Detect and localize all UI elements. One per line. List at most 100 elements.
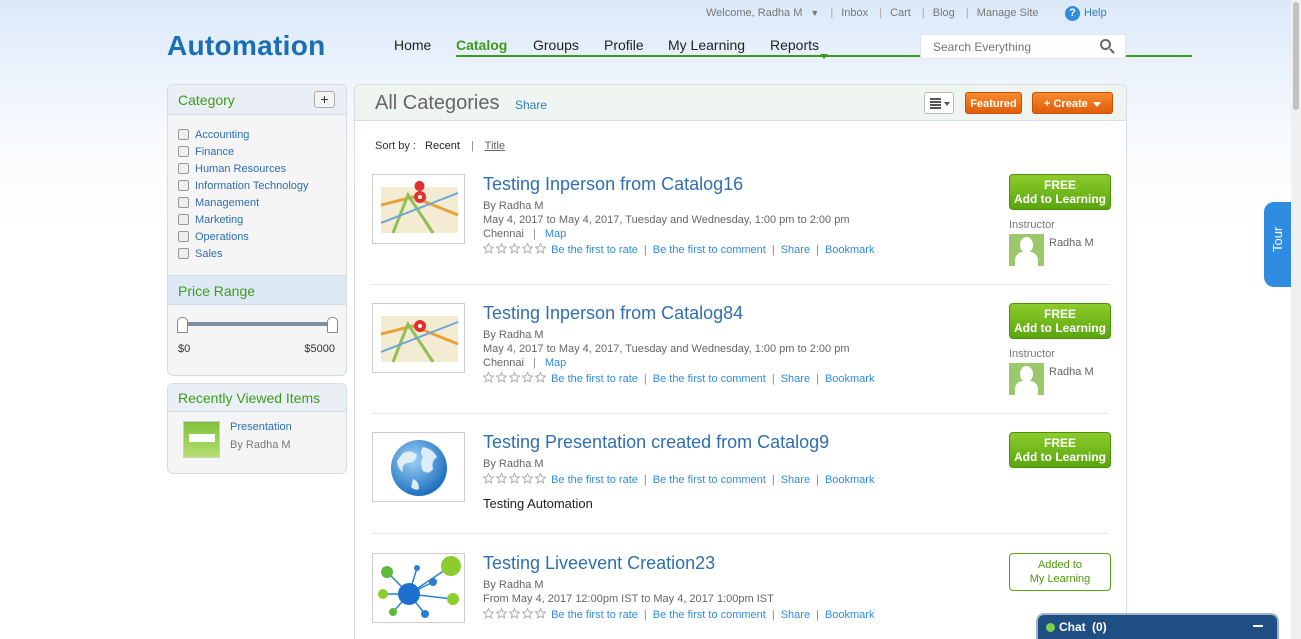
slider-max-handle[interactable] (327, 317, 338, 333)
category-item[interactable]: Management (178, 197, 259, 209)
map-link[interactable]: Map (545, 228, 566, 240)
help-link[interactable]: ? Help (1065, 6, 1107, 21)
category-item[interactable]: Marketing (178, 214, 243, 226)
checkbox[interactable] (178, 214, 189, 225)
category-item[interactable]: Information Technology (178, 180, 309, 192)
rating-stars[interactable] (483, 608, 548, 621)
category-list: Accounting Finance Human Resources Infor… (168, 115, 346, 275)
recent-item-title[interactable]: Presentation (230, 421, 292, 433)
featured-button[interactable]: Featured (965, 92, 1022, 114)
comment-link[interactable]: Be the first to comment (653, 609, 766, 621)
manage-site-link[interactable]: Manage Site (977, 7, 1039, 19)
chevron-down-icon[interactable]: ▼ (810, 8, 819, 18)
presentation-thumbnail[interactable] (183, 421, 220, 458)
price-label: FREE (1043, 436, 1076, 450)
minimize-icon[interactable] (1253, 625, 1263, 627)
bookmark-link[interactable]: Bookmark (825, 244, 875, 256)
instructor-name[interactable]: Radha M (1049, 366, 1094, 378)
instructor-name[interactable]: Radha M (1049, 237, 1094, 249)
checkbox[interactable] (178, 231, 189, 242)
category-header: Category + (168, 85, 346, 115)
star-icon (522, 473, 533, 484)
star-icon (535, 473, 546, 484)
add-to-learning-button[interactable]: FREE Add to Learning (1009, 174, 1111, 210)
category-item[interactable]: Operations (178, 231, 249, 243)
help-label: Help (1084, 7, 1107, 19)
added-to-learning-button[interactable]: Added to My Learning (1009, 553, 1111, 591)
recent-item-author: By Radha M (230, 439, 291, 451)
rate-link[interactable]: Be the first to rate (551, 474, 638, 486)
add-category-button[interactable]: + (314, 91, 335, 108)
category-item[interactable]: Sales (178, 248, 223, 260)
checkbox[interactable] (178, 248, 189, 259)
chat-bar[interactable]: Chat (0) (1036, 613, 1279, 639)
map-thumbnail[interactable] (372, 303, 465, 373)
search-input[interactable] (933, 40, 1093, 54)
checkbox[interactable] (178, 180, 189, 191)
item-title[interactable]: Testing Presentation created from Catalo… (483, 432, 829, 453)
sort-title[interactable]: Title (485, 140, 505, 152)
list-view-toggle[interactable] (924, 92, 954, 114)
map-link[interactable]: Map (545, 357, 566, 369)
blog-link[interactable]: Blog (933, 7, 955, 19)
list-view-icon (930, 98, 941, 100)
tour-label: Tour (1270, 226, 1285, 252)
bookmark-link[interactable]: Bookmark (825, 373, 875, 385)
bookmark-link[interactable]: Bookmark (825, 609, 875, 621)
comment-link[interactable]: Be the first to comment (653, 373, 766, 385)
share-link[interactable]: Share (781, 244, 810, 256)
comment-link[interactable]: Be the first to comment (653, 244, 766, 256)
category-item[interactable]: Accounting (178, 129, 249, 141)
slider-min-handle[interactable] (177, 317, 188, 333)
category-label: Accounting (195, 129, 250, 141)
item-date: From May 4, 2017 12:00pm IST to May 4, 2… (483, 593, 774, 605)
rating-stars[interactable] (483, 473, 548, 486)
globe-thumbnail[interactable] (372, 432, 465, 502)
scrollbar-thumb[interactable] (1293, 2, 1299, 110)
liveevent-thumbnail[interactable] (372, 553, 465, 623)
checkbox[interactable] (178, 197, 189, 208)
cart-link[interactable]: Cart (890, 7, 911, 19)
checkbox[interactable] (178, 146, 189, 157)
item-title[interactable]: Testing Inperson from Catalog16 (483, 174, 743, 195)
rate-link[interactable]: Be the first to rate (551, 373, 638, 385)
item-description: Testing Automation (483, 496, 593, 511)
divider (372, 533, 1108, 534)
star-icon (509, 243, 520, 254)
inbox-link[interactable]: Inbox (841, 7, 868, 19)
share-link[interactable]: Share (781, 474, 810, 486)
add-to-learning-button[interactable]: FREE Add to Learning (1009, 303, 1111, 339)
share-link[interactable]: Share (781, 373, 810, 385)
rate-link[interactable]: Be the first to rate (551, 609, 638, 621)
rate-link[interactable]: Be the first to rate (551, 244, 638, 256)
search-icon[interactable] (1100, 39, 1111, 50)
bookmark-link[interactable]: Bookmark (825, 474, 875, 486)
welcome-user-menu[interactable]: Welcome, Radha M (706, 7, 802, 19)
avatar[interactable] (1009, 234, 1044, 266)
avatar[interactable] (1009, 363, 1044, 395)
create-button[interactable]: + Create (1032, 92, 1113, 114)
item-date: May 4, 2017 to May 4, 2017, Tuesday and … (483, 343, 850, 355)
comment-link[interactable]: Be the first to comment (653, 474, 766, 486)
share-link[interactable]: Share (781, 609, 810, 621)
slider-track (182, 322, 334, 326)
category-item[interactable]: Finance (178, 146, 234, 158)
location-label: Chennai (483, 357, 524, 369)
add-to-learning-button[interactable]: FREE Add to Learning (1009, 432, 1111, 468)
scrollbar[interactable] (1291, 0, 1301, 639)
site-logo[interactable]: Automation (167, 30, 326, 62)
share-all-link[interactable]: Share (515, 98, 547, 112)
item-actions: Be the first to rate | Be the first to com… (483, 372, 874, 385)
rating-stars[interactable] (483, 372, 548, 385)
sort-recent[interactable]: Recent (425, 140, 460, 152)
item-location: Chennai | Map (483, 357, 567, 369)
item-title[interactable]: Testing Liveevent Creation23 (483, 553, 715, 574)
item-title[interactable]: Testing Inperson from Catalog84 (483, 303, 743, 324)
tour-tab[interactable]: Tour (1264, 202, 1294, 287)
map-thumbnail[interactable] (372, 174, 465, 244)
price-min-value: $0 (178, 343, 191, 355)
checkbox[interactable] (178, 163, 189, 174)
category-item[interactable]: Human Resources (178, 163, 286, 175)
checkbox[interactable] (178, 129, 189, 140)
rating-stars[interactable] (483, 243, 548, 256)
